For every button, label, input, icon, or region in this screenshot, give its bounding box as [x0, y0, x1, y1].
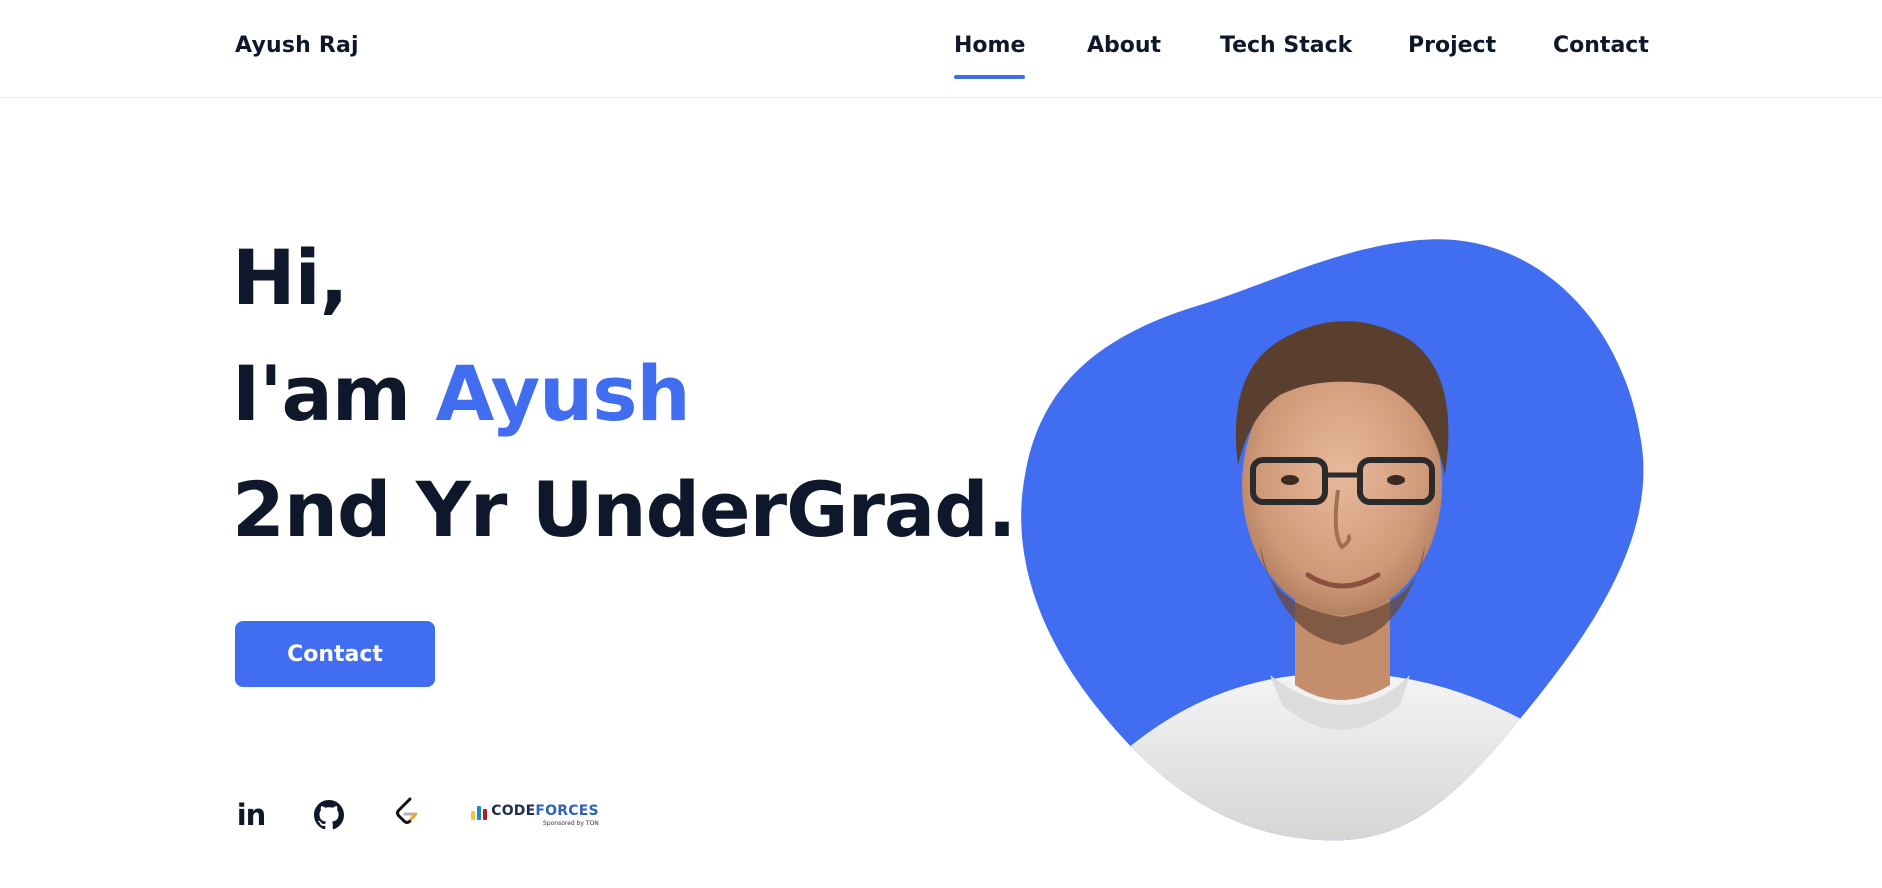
nav-link-contact[interactable]: Contact: [1553, 33, 1649, 58]
codeforces-tagline: Sponsored by TON: [542, 819, 599, 827]
leetcode-icon: [396, 797, 418, 824]
nav-link-about[interactable]: About: [1087, 33, 1161, 58]
github-link[interactable]: [312, 795, 346, 835]
codeforces-bars-icon: [471, 805, 488, 820]
site-header: Ayush Raj Home About Tech Stack Project …: [0, 0, 1882, 98]
leetcode-link[interactable]: [390, 791, 424, 831]
nav-link-project[interactable]: Project: [1408, 33, 1496, 58]
brand-name[interactable]: Ayush Raj: [235, 33, 359, 58]
codeforces-wordmark-code: CODE: [491, 802, 536, 819]
codeforces-link[interactable]: CODEFORCES Sponsored by TON: [465, 795, 605, 835]
hero-intro: I'am Ayush: [232, 356, 691, 432]
github-icon: [314, 800, 344, 830]
codeforces-logo: CODEFORCES Sponsored by TON: [471, 804, 599, 827]
codeforces-wordmark-forces: FORCES: [535, 802, 599, 819]
hero-greeting: Hi,: [232, 233, 349, 322]
profile-portrait: [1021, 239, 1644, 841]
contact-button[interactable]: Contact: [235, 621, 435, 687]
nav-link-home[interactable]: Home: [954, 33, 1026, 79]
linkedin-icon: in: [236, 798, 267, 832]
hero-role: 2nd Yr UnderGrad.: [232, 465, 1016, 554]
linkedin-link[interactable]: in: [234, 795, 268, 835]
hero-name: Ayush: [435, 349, 690, 438]
hero-intro-prefix: I'am: [232, 349, 436, 438]
nav-link-tech-stack[interactable]: Tech Stack: [1220, 33, 1352, 58]
